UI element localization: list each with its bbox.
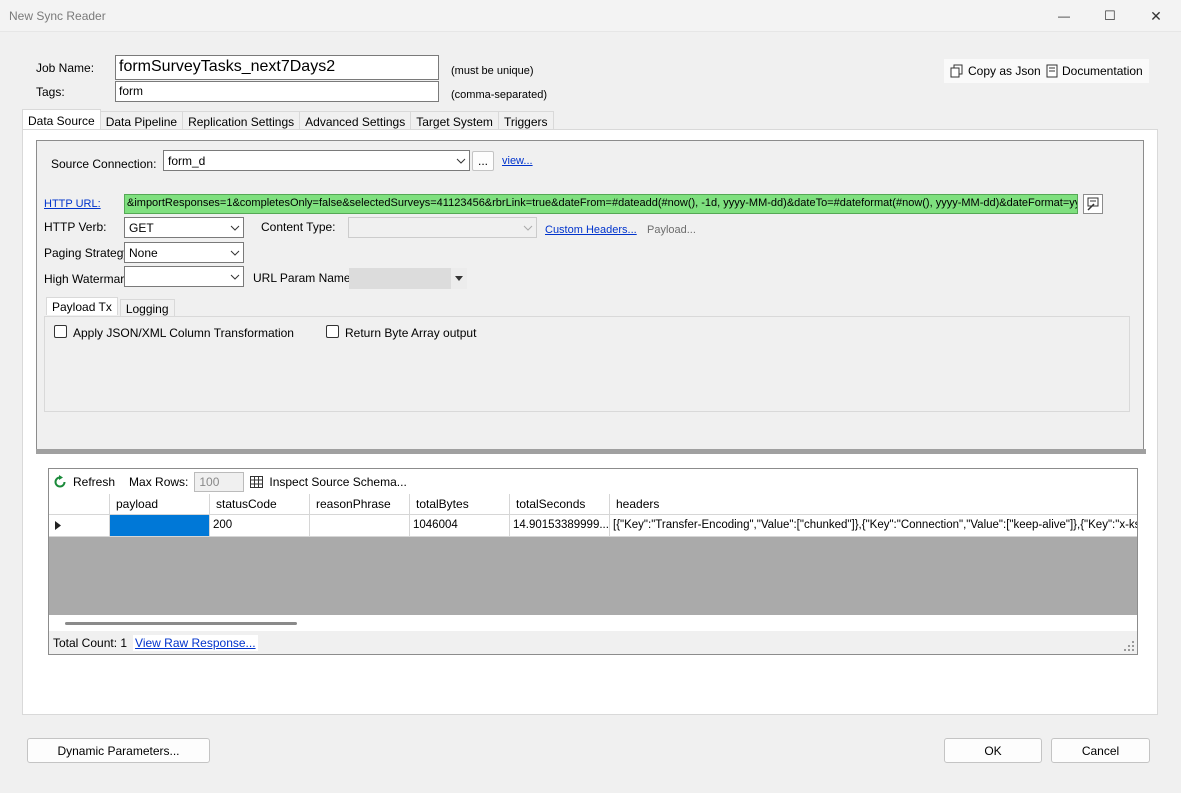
high-watermark-label: High Watermark:: [44, 272, 134, 286]
tab-data-pipeline[interactable]: Data Pipeline: [99, 111, 184, 130]
tab-data-source[interactable]: Data Source: [22, 109, 101, 129]
http-verb-select[interactable]: GET: [124, 217, 244, 238]
column-header[interactable]: headers: [610, 494, 1137, 515]
job-name-hint: (must be unique): [451, 65, 534, 77]
table-cell[interactable]: 200: [210, 515, 310, 537]
maximize-button[interactable]: ☐: [1087, 0, 1133, 32]
main-tabs: Data Source Data Pipeline Replication Se…: [22, 109, 554, 130]
apply-json-checkbox[interactable]: [54, 325, 67, 338]
tab-triggers[interactable]: Triggers: [497, 111, 554, 130]
job-name-input[interactable]: formSurveyTasks_next7Days2: [115, 55, 439, 80]
total-count: Total Count: 1: [53, 635, 128, 650]
refresh-button[interactable]: Refresh: [73, 475, 115, 489]
source-connection-select[interactable]: form_d: [163, 150, 470, 171]
http-url-link[interactable]: HTTP URL:: [44, 198, 101, 210]
chevron-down-icon: [227, 250, 243, 256]
payload-subtabs: Payload Tx Logging: [46, 297, 175, 317]
grid-empty-area: [49, 537, 1137, 615]
chevron-down-icon: [227, 225, 243, 231]
table-cell[interactable]: 1046004: [410, 515, 510, 537]
title-bar: [0, 0, 1181, 32]
scrollbar-thumb[interactable]: [65, 622, 297, 625]
dropdown-arrow-icon: [451, 268, 467, 289]
tab-target-system[interactable]: Target System: [410, 111, 499, 130]
job-name-label: Job Name:: [36, 61, 95, 75]
table-cell[interactable]: [{"Key":"Transfer-Encoding","Value":["ch…: [610, 515, 1137, 537]
url-editor-button[interactable]: [1083, 194, 1103, 214]
table-cell[interactable]: [310, 515, 410, 537]
table-cell[interactable]: 14.90153389999...: [510, 515, 610, 537]
table-cell[interactable]: [110, 515, 210, 537]
document-icon: [1046, 64, 1058, 78]
column-header[interactable]: reasonPhrase: [310, 494, 410, 515]
column-header[interactable]: totalSeconds: [510, 494, 610, 515]
payload-link[interactable]: Payload...: [647, 224, 696, 236]
tags-label: Tags:: [36, 85, 65, 99]
table-icon: [250, 475, 264, 488]
url-param-name-label: URL Param Name:: [253, 271, 354, 285]
close-button[interactable]: ✕: [1133, 0, 1179, 32]
edit-url-icon: [1087, 197, 1099, 211]
subtab-logging[interactable]: Logging: [119, 299, 175, 317]
source-connection-value: form_d: [168, 153, 206, 168]
chevron-down-icon: [520, 225, 536, 231]
documentation-label: Documentation: [1062, 64, 1143, 78]
row-header-corner: [49, 494, 110, 515]
panel-splitter[interactable]: [36, 449, 1146, 454]
minimize-icon: —: [1058, 9, 1070, 23]
chevron-down-icon: [453, 158, 469, 164]
paging-strategy-select[interactable]: None: [124, 242, 244, 263]
url-param-name-value: [349, 268, 451, 289]
apply-json-label: Apply JSON/XML Column Transformation: [73, 326, 294, 340]
inspect-source-schema-button[interactable]: Inspect Source Schema...: [269, 475, 406, 489]
column-header[interactable]: statusCode: [210, 494, 310, 515]
paging-strategy-value: None: [129, 245, 158, 260]
window-title: New Sync Reader: [9, 9, 106, 23]
tags-input[interactable]: form: [115, 81, 439, 102]
column-header[interactable]: totalBytes: [410, 494, 510, 515]
grid-status-bar: Total Count: 1 View Raw Response...: [49, 631, 1137, 654]
column-header[interactable]: payload: [110, 494, 210, 515]
view-raw-response-link[interactable]: View Raw Response...: [133, 634, 258, 651]
high-watermark-select[interactable]: [124, 266, 244, 287]
tab-advanced-settings[interactable]: Advanced Settings: [299, 111, 412, 130]
tab-replication-settings[interactable]: Replication Settings: [182, 111, 301, 130]
max-rows-input[interactable]: 100: [194, 471, 245, 492]
custom-headers-link[interactable]: Custom Headers...: [545, 224, 637, 236]
maximize-icon: ☐: [1104, 8, 1116, 23]
row-selector[interactable]: [49, 515, 110, 537]
resize-grip-icon[interactable]: [1124, 640, 1134, 651]
max-rows-label: Max Rows:: [129, 474, 189, 489]
chevron-down-icon: [227, 274, 243, 280]
url-param-name-select[interactable]: [349, 268, 467, 289]
horizontal-scrollbar[interactable]: [49, 615, 1137, 631]
grid-toolbar: Refresh Max Rows: 100 Inspect Source Sch…: [49, 469, 1137, 494]
http-verb-label: HTTP Verb:: [44, 220, 107, 234]
refresh-icon[interactable]: [53, 474, 67, 489]
tags-hint: (comma-separated): [451, 89, 547, 101]
paging-strategy-label: Paging Strategy:: [44, 246, 133, 260]
return-byte-array-checkbox[interactable]: [326, 325, 339, 338]
browse-connection-button[interactable]: ...: [472, 151, 494, 171]
row-pointer-icon: [55, 521, 61, 530]
ok-button[interactable]: OK: [944, 738, 1042, 763]
dynamic-parameters-button[interactable]: Dynamic Parameters...: [27, 738, 210, 763]
content-type-select[interactable]: [348, 217, 537, 238]
return-byte-array-label: Return Byte Array output: [345, 326, 477, 340]
cancel-button[interactable]: Cancel: [1051, 738, 1150, 763]
close-icon: ✕: [1150, 7, 1162, 24]
subtab-payload-tx[interactable]: Payload Tx: [46, 297, 118, 315]
minimize-button[interactable]: —: [1041, 0, 1087, 32]
http-verb-value: GET: [129, 220, 154, 235]
content-type-label: Content Type:: [261, 220, 336, 234]
http-url-input[interactable]: &importResponses=1&completesOnly=false&s…: [124, 194, 1078, 214]
documentation-button[interactable]: Documentation: [1040, 59, 1149, 83]
view-connection-link[interactable]: view...: [502, 155, 533, 167]
source-connection-label: Source Connection:: [51, 157, 157, 171]
copy-icon: [950, 64, 963, 78]
copy-as-json-button[interactable]: Copy as Json: [944, 59, 1047, 83]
copy-as-json-label: Copy as Json: [968, 64, 1041, 78]
